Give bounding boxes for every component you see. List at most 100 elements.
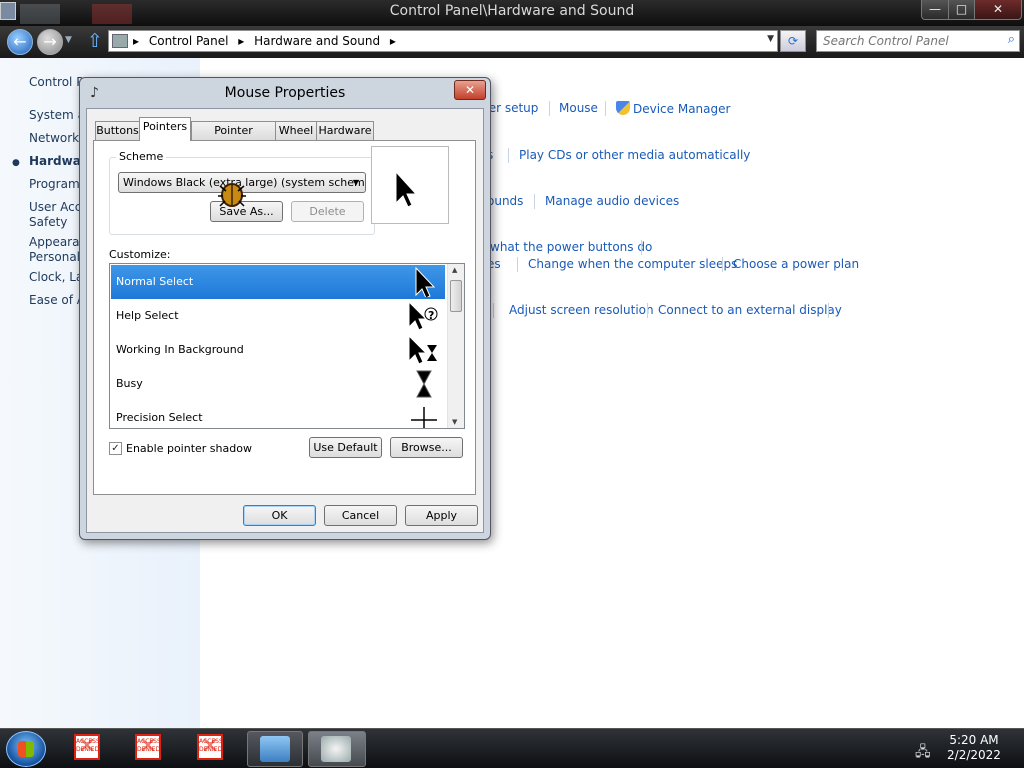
enable-pointer-shadow-checkbox[interactable]: ✓ bbox=[109, 442, 122, 455]
link-separator bbox=[534, 194, 535, 209]
access-denied-icon[interactable]: ACCESS DENIED ✕ bbox=[197, 734, 223, 760]
current-item-bullet-icon: ● bbox=[12, 158, 20, 168]
nav-user-accounts-safety[interactable]: Safety bbox=[29, 215, 67, 230]
nav-appearance-personalization[interactable]: Personali bbox=[29, 250, 83, 265]
link-sounds-fragment[interactable]: ounds bbox=[487, 194, 523, 208]
nav-system-and-security[interactable]: System a bbox=[29, 108, 85, 123]
up-arrow-icon[interactable]: ⇧ bbox=[87, 30, 103, 52]
scroll-up-icon[interactable]: ▲ bbox=[452, 266, 457, 274]
tab-pointers[interactable]: Pointers bbox=[139, 117, 191, 141]
taskbar-mouse-properties-button[interactable] bbox=[308, 731, 366, 767]
cursor-role-label: Precision Select bbox=[116, 411, 203, 424]
enable-pointer-shadow-label[interactable]: Enable pointer shadow bbox=[126, 442, 252, 455]
dialog-client-area: Buttons Pointers Pointer Options Wheel H… bbox=[86, 108, 484, 533]
dialog-close-button[interactable]: ✕ bbox=[454, 80, 486, 100]
cursor-list[interactable]: Normal Select Help Select ? Working In B… bbox=[109, 263, 465, 429]
tab-pointer-options[interactable]: Pointer Options bbox=[191, 121, 276, 154]
list-item-help-select[interactable]: Help Select ? bbox=[111, 299, 445, 333]
minimize-button[interactable]: — bbox=[921, 0, 949, 20]
scrollbar-thumb[interactable] bbox=[450, 280, 462, 312]
link-choose-power-plan[interactable]: Choose a power plan bbox=[733, 257, 859, 271]
breadcrumb-separator-icon[interactable]: ▸ bbox=[390, 34, 396, 48]
browse-button[interactable]: Browse... bbox=[390, 437, 463, 458]
search-input[interactable] bbox=[823, 33, 993, 49]
link-printer-setup[interactable]: ter setup bbox=[484, 101, 538, 115]
address-bar[interactable]: ▸ Control Panel ▸ Hardware and Sound ▸ ▼ bbox=[108, 30, 778, 52]
link-power-buttons[interactable]: what the power buttons do bbox=[490, 240, 652, 254]
link-separator bbox=[517, 257, 518, 272]
taskbar: ACCESS DENIED ✕ ACCESS DENIED ✕ ACCESS DEN… bbox=[0, 728, 1024, 768]
dropdown-arrow-icon: ▼ bbox=[352, 178, 359, 187]
nav-programs[interactable]: Programs bbox=[29, 177, 86, 192]
forward-button[interactable]: → bbox=[37, 29, 63, 55]
list-item-working-in-background[interactable]: Working In Background bbox=[111, 333, 445, 367]
hourglass-icon bbox=[416, 370, 432, 398]
link-device-manager[interactable]: Device Manager bbox=[616, 101, 730, 116]
delete-button[interactable]: Delete bbox=[291, 201, 364, 222]
breadcrumb: ▸ Control Panel ▸ Hardware and Sound ▸ bbox=[133, 34, 402, 48]
link-separator bbox=[647, 303, 648, 318]
link-separator bbox=[508, 148, 509, 163]
access-denied-icon[interactable]: ACCESS DENIED ✕ bbox=[135, 734, 161, 760]
cursor-list-scrollbar[interactable]: ▲ ▼ bbox=[447, 264, 464, 428]
refresh-button[interactable]: ⟳ bbox=[780, 30, 806, 52]
nav-user-accounts[interactable]: User Acc bbox=[29, 200, 81, 215]
control-panel-icon bbox=[112, 34, 128, 48]
cursor-role-label: Working In Background bbox=[116, 343, 244, 356]
search-box[interactable]: ⌕ bbox=[816, 30, 1020, 52]
tab-buttons[interactable]: Buttons bbox=[95, 121, 140, 140]
clock-date: 2/2/2022 bbox=[947, 748, 1001, 762]
window-title-bar: Control Panel\Hardware and Sound — □ ✕ bbox=[0, 0, 1024, 26]
list-item-normal-select[interactable]: Normal Select bbox=[111, 265, 445, 299]
nav-network[interactable]: Network bbox=[29, 131, 79, 146]
back-button[interactable]: ← bbox=[7, 29, 33, 55]
nav-ease-of-access[interactable]: Ease of A bbox=[29, 293, 85, 308]
link-mouse[interactable]: Mouse bbox=[559, 101, 598, 115]
search-icon[interactable]: ⌕ bbox=[1008, 32, 1015, 47]
list-item-precision-select[interactable]: Precision Select bbox=[111, 401, 445, 428]
clock[interactable]: 5:20 AM 2/2/2022 bbox=[946, 733, 1002, 763]
apply-button[interactable]: Apply bbox=[405, 505, 478, 526]
link-play-cds[interactable]: Play CDs or other media automatically bbox=[519, 148, 750, 162]
maximize-button[interactable]: □ bbox=[948, 0, 975, 20]
breadcrumb-control-panel[interactable]: Control Panel bbox=[149, 34, 229, 48]
nav-clock-language[interactable]: Clock, La bbox=[29, 270, 83, 285]
busy-arrow-cursor-icon bbox=[408, 335, 437, 365]
tab-wheel[interactable]: Wheel bbox=[275, 121, 317, 140]
link-manage-audio-devices[interactable]: Manage audio devices bbox=[545, 194, 679, 208]
link-external-display[interactable]: Connect to an external display bbox=[658, 303, 842, 317]
start-button[interactable] bbox=[6, 731, 46, 767]
control-panel-icon bbox=[260, 736, 290, 762]
pointers-tab-panel: Scheme Windows Black (extra large) (syst… bbox=[93, 140, 476, 495]
recent-pages-dropdown-icon[interactable]: ▼ bbox=[65, 35, 72, 45]
link-adjust-resolution[interactable]: Adjust screen resolution bbox=[509, 303, 654, 317]
access-denied-icon[interactable]: ACCESS DENIED ✕ bbox=[74, 734, 100, 760]
svg-text:?: ? bbox=[428, 309, 434, 322]
uac-shield-icon bbox=[616, 101, 630, 115]
dialog-title: Mouse Properties bbox=[224, 85, 346, 101]
windows-logo-icon bbox=[18, 741, 34, 757]
cancel-button[interactable]: Cancel bbox=[324, 505, 397, 526]
tab-hardware[interactable]: Hardware bbox=[316, 121, 374, 140]
link-device-manager-label[interactable]: Device Manager bbox=[633, 102, 730, 116]
breadcrumb-hardware-and-sound[interactable]: Hardware and Sound bbox=[254, 34, 380, 48]
use-default-button[interactable]: Use Default bbox=[309, 437, 382, 458]
close-button[interactable]: ✕ bbox=[974, 0, 1022, 20]
link-separator bbox=[641, 240, 642, 255]
scroll-down-icon[interactable]: ▼ bbox=[452, 418, 457, 426]
cursor-role-label: Normal Select bbox=[116, 275, 194, 288]
link-separator bbox=[549, 101, 550, 116]
clock-time: 5:20 AM bbox=[949, 733, 999, 747]
scheme-label: Scheme bbox=[116, 150, 167, 163]
network-icon[interactable]: 🖧 bbox=[915, 741, 931, 765]
nav-control-panel-home[interactable]: Control P bbox=[29, 75, 83, 90]
breadcrumb-separator-icon[interactable]: ▸ bbox=[238, 34, 244, 48]
link-change-sleep[interactable]: Change when the computer sleeps bbox=[528, 257, 737, 271]
link-separator bbox=[493, 303, 494, 318]
list-item-busy[interactable]: Busy bbox=[111, 367, 445, 401]
arrow-cursor-icon bbox=[395, 170, 418, 208]
address-dropdown-icon[interactable]: ▼ bbox=[767, 34, 774, 44]
taskbar-control-panel-button[interactable] bbox=[247, 731, 303, 767]
ok-button[interactable]: OK bbox=[243, 505, 316, 526]
breadcrumb-separator-icon[interactable]: ▸ bbox=[133, 34, 139, 48]
